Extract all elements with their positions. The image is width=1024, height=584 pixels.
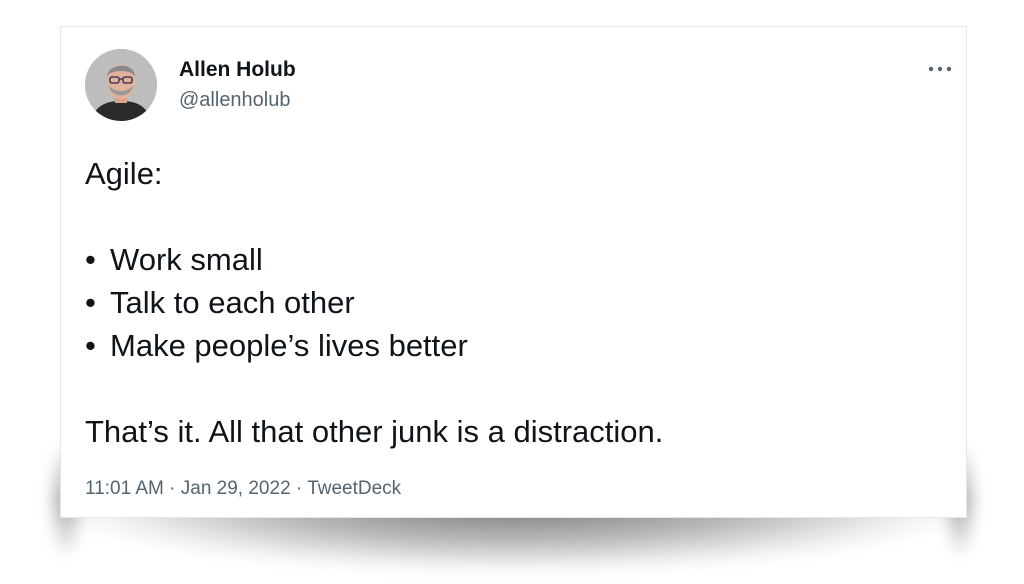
avatar-photo — [85, 49, 157, 121]
tweet-meta: 11:01 AM · Jan 29, 2022 · TweetDeck — [85, 478, 401, 500]
tweet-card: Allen Holub @allenholub Agile: • Work sma… — [60, 26, 967, 518]
meta-separator: · — [169, 478, 176, 499]
tweet-source-link[interactable]: TweetDeck — [307, 478, 401, 499]
more-button[interactable] — [925, 57, 955, 81]
bullet-text: Talk to each other — [110, 285, 355, 320]
author-handle[interactable]: @allenholub — [179, 89, 291, 112]
bullet-item: • Talk to each other — [85, 281, 945, 324]
author-name[interactable]: Allen Holub — [179, 58, 296, 82]
tweet-intro: Agile: — [85, 156, 163, 191]
meta-separator: · — [295, 478, 303, 499]
bullet-marker: • — [85, 242, 96, 277]
tweet-closing: That’s it. All that other junk is a dist… — [85, 414, 664, 449]
tweet-time-link[interactable]: 11:01 AM — [85, 478, 164, 499]
bullet-item: • Make people’s lives better — [85, 324, 945, 367]
tweet-date-link[interactable]: Jan 29, 2022 — [181, 478, 291, 499]
tweet-text: Agile: • Work small • Talk to each other •… — [85, 152, 945, 453]
more-horizontal-icon — [928, 66, 952, 72]
avatar[interactable] — [85, 49, 157, 121]
bullet-item: • Work small — [85, 238, 945, 281]
bullet-text: Work small — [110, 242, 263, 277]
bullet-text: Make people’s lives better — [110, 328, 468, 363]
bullet-marker: • — [85, 328, 96, 363]
bullet-marker: • — [85, 285, 96, 320]
